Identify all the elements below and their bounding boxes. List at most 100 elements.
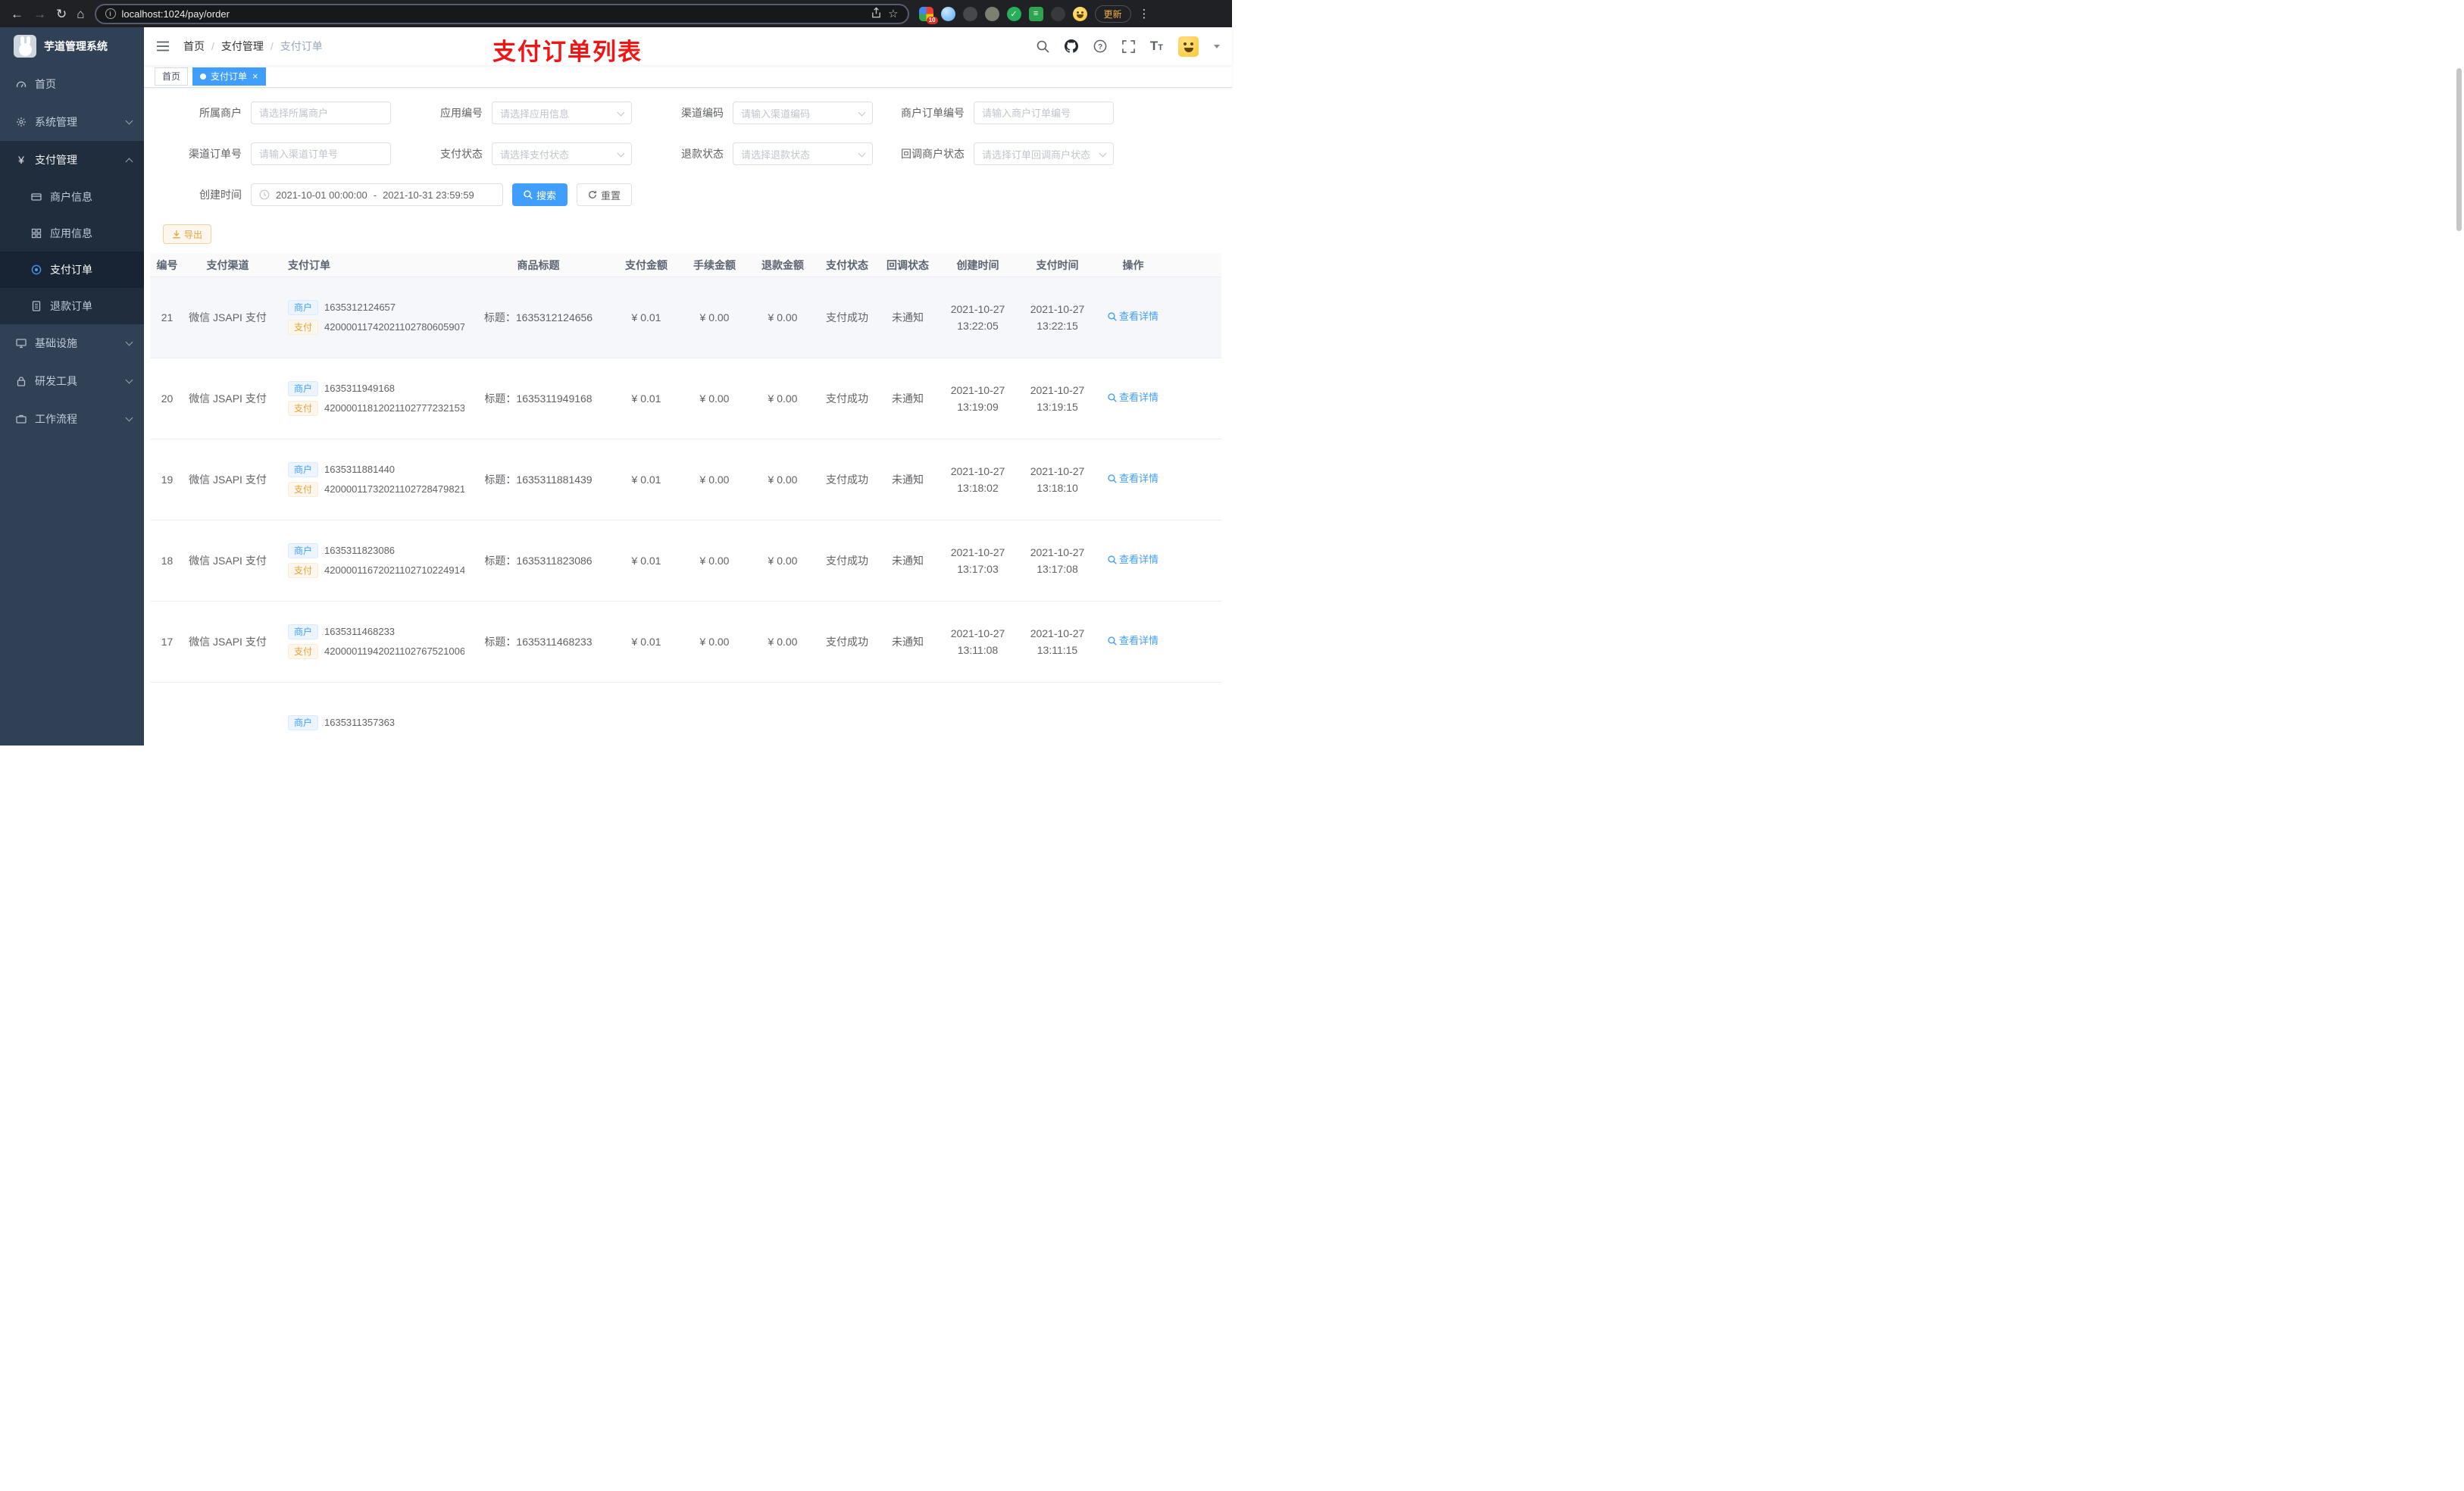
refund-status-select[interactable]: 请选择退款状态 — [733, 142, 873, 165]
merchant-order-no: 1635312124657 — [324, 301, 396, 313]
address-bar[interactable]: i localhost:1024/pay/order ☆ — [94, 3, 909, 24]
merchant-input[interactable] — [251, 102, 391, 124]
reload-button[interactable]: ↻ — [56, 8, 67, 20]
table-row[interactable]: 17 微信 JSAPI 支付 商户 1635311468233 支付 42000… — [150, 602, 1221, 683]
tab-label: 首页 — [162, 71, 181, 82]
cell-created-time: 2021-10-27 13:18:02 — [950, 464, 1005, 494]
cell-amount: ¥ 0.01 — [631, 554, 661, 567]
breadcrumb-pay-mgmt[interactable]: 支付管理 — [221, 39, 264, 54]
sidebar-item-infra[interactable]: 基础设施 — [0, 324, 144, 362]
date-separator: - — [373, 189, 377, 201]
bookmark-star-icon[interactable]: ☆ — [888, 7, 898, 20]
reset-button[interactable]: 重置 — [577, 183, 633, 206]
extension-olive-icon[interactable] — [984, 6, 999, 21]
page-scrollbar[interactable] — [2456, 68, 2462, 231]
pay-tag: 支付 — [288, 319, 319, 335]
col-notify: 回调状态 — [886, 258, 929, 271]
cell-refund: ¥ 0.00 — [768, 311, 798, 324]
sidebar-item-home[interactable]: 首页 — [0, 65, 144, 103]
cell-fee: ¥ 0.00 — [699, 635, 730, 648]
extension-pin-icon[interactable] — [1050, 6, 1065, 21]
table-row[interactable]: 19 微信 JSAPI 支付 商户 1635311881440 支付 42000… — [150, 439, 1221, 520]
help-icon[interactable]: ? — [1093, 39, 1107, 53]
view-detail-link[interactable]: 查看详情 — [1108, 309, 1159, 325]
pay-tag: 支付 — [288, 562, 319, 578]
breadcrumb-home[interactable]: 首页 — [183, 39, 205, 54]
create-time-range[interactable]: 2021-10-01 00:00:00 - 2021-10-31 23:59:5… — [251, 183, 503, 206]
merchant-order-no: 1635311357363 — [324, 716, 396, 728]
home-button[interactable]: ⌂ — [77, 8, 84, 20]
extension-face-icon[interactable] — [1072, 6, 1087, 21]
forward-button[interactable]: → — [33, 8, 46, 20]
merchant-order-no-input[interactable] — [974, 102, 1114, 124]
font-size-icon[interactable]: TT — [1150, 39, 1163, 54]
tab-pay-order[interactable]: 支付订单 × — [192, 67, 266, 86]
table-row[interactable]: 商户 1635311357363 — [150, 683, 1221, 746]
app-select[interactable]: 请选择应用信息 — [492, 102, 632, 124]
channel-code-select[interactable]: 请输入渠道编码 — [733, 102, 873, 124]
cell-paid-time: 2021-10-27 13:11:15 — [1030, 627, 1085, 656]
sidebar-item-devtools[interactable]: 研发工具 — [0, 362, 144, 400]
dashboard-icon — [15, 79, 27, 89]
merchant-tag: 商户 — [288, 381, 319, 397]
notify-status-select[interactable]: 请选择订单回调商户状态 — [974, 142, 1114, 165]
cell-notify: 未通知 — [892, 554, 924, 567]
table-row[interactable]: 20 微信 JSAPI 支付 商户 1635311949168 支付 42000… — [150, 358, 1221, 439]
sidebar-item-pay-order[interactable]: 支付订单 — [0, 252, 144, 288]
view-detail-link[interactable]: 查看详情 — [1108, 471, 1159, 487]
tab-home[interactable]: 首页 — [155, 67, 189, 86]
export-button[interactable]: 导出 — [163, 224, 212, 244]
sidebar-item-merchant-info[interactable]: 商户信息 — [0, 179, 144, 215]
view-detail-link[interactable]: 查看详情 — [1108, 390, 1159, 406]
search-button[interactable]: 搜索 — [512, 183, 568, 206]
github-icon[interactable] — [1064, 39, 1078, 53]
fullscreen-icon[interactable] — [1122, 39, 1135, 53]
chrome-update-button[interactable]: 更新 — [1094, 5, 1131, 23]
search-icon — [1108, 312, 1117, 321]
extension-dark-icon[interactable] — [962, 6, 977, 21]
sidebar-item-payment[interactable]: ¥ 支付管理 — [0, 141, 144, 179]
cell-pay-order: 商户 1635311881440 支付 42000011732021102728… — [271, 458, 464, 502]
refresh-icon — [589, 191, 596, 198]
sidebar-item-app-info[interactable]: 应用信息 — [0, 215, 144, 252]
chrome-menu-icon[interactable]: ⋮ — [1139, 7, 1150, 20]
extension-drop-icon[interactable] — [940, 6, 955, 21]
table-row[interactable]: 21 微信 JSAPI 支付 商户 1635312124657 支付 42000… — [150, 277, 1221, 358]
search-icon[interactable] — [1037, 40, 1049, 53]
avatar[interactable] — [1178, 36, 1199, 57]
sidebar-item-system[interactable]: 系统管理 — [0, 103, 144, 141]
cell-actions: 查看详情 — [1097, 390, 1169, 408]
sidebar-label: 系统管理 — [35, 116, 77, 128]
avatar-caret-icon[interactable] — [1214, 44, 1220, 48]
share-icon[interactable] — [871, 7, 882, 20]
sidebar-item-refund-order[interactable]: 退款订单 — [0, 288, 144, 324]
table-row[interactable]: 18 微信 JSAPI 支付 商户 1635311823086 支付 42000… — [150, 520, 1221, 602]
extension-colorful-icon[interactable]: 10 — [918, 6, 938, 24]
page-title-annotation: 支付订单列表 — [492, 39, 643, 65]
app-logo-row[interactable]: 芋道管理系统 — [0, 27, 144, 65]
view-detail-link[interactable]: 查看详情 — [1108, 552, 1159, 568]
cell-actions: 查看详情 — [1097, 552, 1169, 570]
search-icon — [1108, 555, 1117, 564]
breadcrumb-current: 支付订单 — [280, 40, 323, 52]
hamburger-icon[interactable] — [156, 40, 170, 52]
back-button[interactable]: ← — [11, 8, 23, 20]
site-info-icon[interactable]: i — [105, 8, 116, 19]
channel-order-no-input[interactable] — [251, 142, 391, 165]
filter-label: 应用编号 — [440, 107, 483, 119]
sidebar-item-workflow[interactable]: 工作流程 — [0, 400, 144, 438]
search-button-label: 搜索 — [536, 189, 557, 202]
extension-check-icon[interactable]: ✓ — [1006, 6, 1021, 21]
pay-status-select[interactable]: 请选择支付状态 — [492, 142, 632, 165]
cell-pay-order: 商户 1635312124657 支付 42000011742021102780… — [271, 296, 464, 339]
view-detail-link[interactable]: 查看详情 — [1108, 633, 1159, 649]
extension-notes-icon[interactable]: ≡ — [1028, 6, 1043, 21]
cell-notify: 未通知 — [892, 473, 924, 486]
pay-order-no: 4200001174202110278060590766 — [324, 320, 464, 333]
cell-status: 支付成功 — [826, 554, 868, 567]
cell-title: 标题：1635311823086 — [484, 554, 593, 567]
merchant-order-no: 1635311823086 — [324, 544, 396, 556]
date-start: 2021-10-01 00:00:00 — [276, 189, 367, 201]
table-body: 21 微信 JSAPI 支付 商户 1635312124657 支付 42000… — [150, 277, 1221, 746]
close-icon[interactable]: × — [252, 71, 258, 81]
